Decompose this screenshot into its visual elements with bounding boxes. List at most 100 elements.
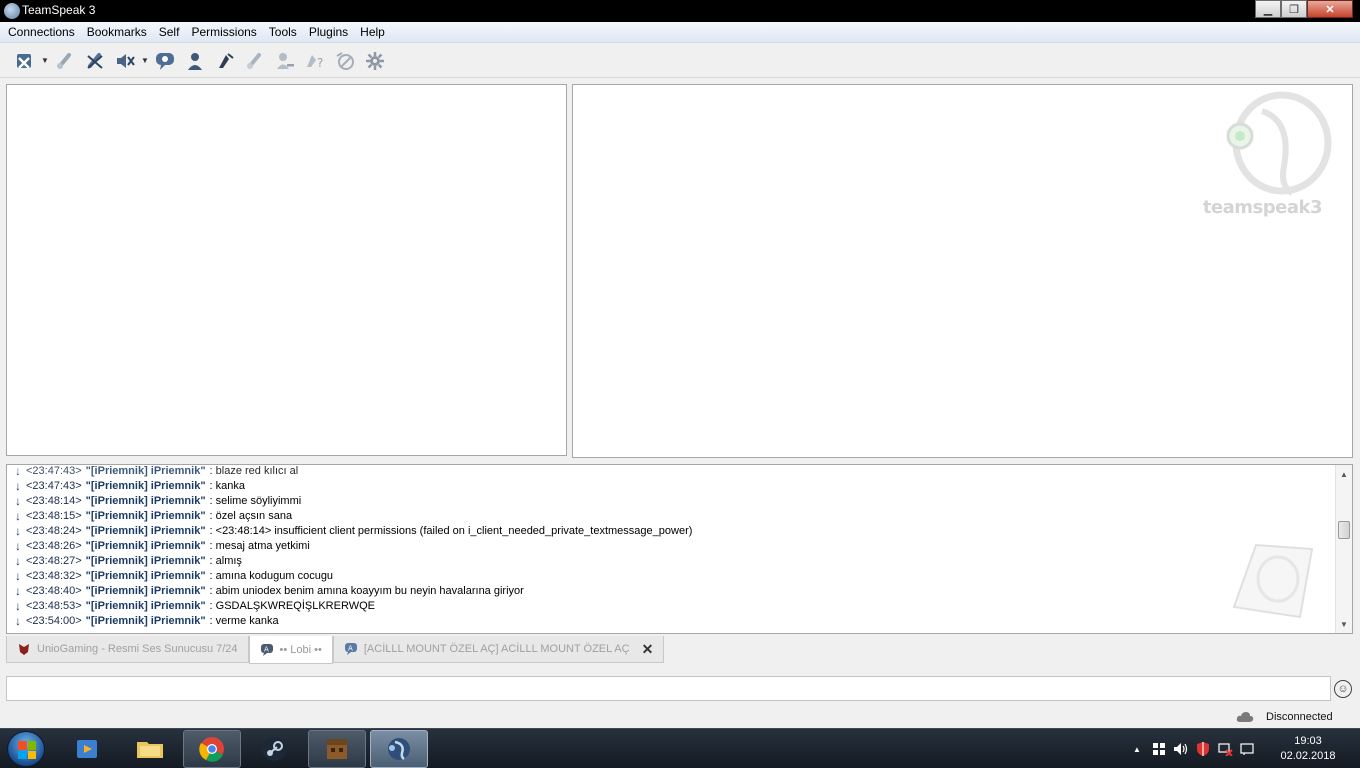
cloud-icon	[1236, 712, 1254, 722]
chat-watermark-icon	[1232, 543, 1314, 619]
incoming-arrow-icon: ↓	[15, 584, 21, 598]
teamspeak-icon[interactable]	[370, 730, 428, 768]
teamspeak-logo-text: teamspeak3	[1202, 197, 1323, 218]
chat-line: ↓ <23:48:26> "[iPriemnik] iPriemnik": mesa…	[15, 539, 1332, 554]
menu-permissions[interactable]: Permissions	[185, 22, 262, 43]
chat-nick[interactable]: "[iPriemnik] iPriemnik"	[86, 539, 206, 554]
chat-message: : GSDALŞKWREQİŞLKRERWQE	[209, 600, 375, 612]
chat-nick[interactable]: "[iPriemnik] iPriemnik"	[86, 569, 206, 584]
settings-icon[interactable]	[360, 48, 390, 74]
tab-label: •• Lobi ••	[279, 643, 322, 656]
scroll-up-icon[interactable]: ▲	[1336, 467, 1352, 481]
file-explorer-icon[interactable]	[121, 730, 179, 768]
chat-time: <23:47:43>	[26, 480, 82, 492]
incoming-arrow-icon: ↓	[15, 554, 21, 568]
chat-message: : mesaj atma yetkimi	[209, 540, 310, 552]
chat-line: ↓ <23:54:00> "[iPriemnik] iPriemnik": verm…	[15, 614, 1332, 629]
tab-private-chat[interactable]: A [ACİLLL MOUNT ÖZEL AÇ] ACİLLL MOUNT ÖZ…	[332, 636, 665, 663]
chat-nick[interactable]: "[iPriemnik] iPriemnik"	[86, 584, 206, 599]
close-tab-icon[interactable]: ✕	[642, 641, 654, 658]
ban-icon[interactable]	[330, 48, 360, 74]
chat-icon[interactable]	[150, 48, 180, 74]
chat-time: <23:47:43>	[26, 465, 82, 477]
minimize-button[interactable]: ▁	[1255, 0, 1281, 18]
contacts-icon[interactable]	[180, 48, 210, 74]
sound-off-icon[interactable]	[110, 48, 140, 74]
network-disconnected-icon[interactable]	[1214, 739, 1236, 759]
chat-message: : <23:48:14> insufficient client permiss…	[209, 525, 693, 537]
security-shield-icon[interactable]	[1192, 739, 1214, 759]
steam-icon[interactable]	[245, 730, 303, 768]
client-remove-icon[interactable]	[270, 48, 300, 74]
start-button[interactable]	[7, 731, 45, 767]
away-icon[interactable]	[210, 48, 240, 74]
chat-time: <23:48:15>	[26, 510, 82, 522]
volume-icon[interactable]	[1170, 739, 1192, 759]
incoming-arrow-icon: ↓	[15, 494, 21, 508]
menu-help[interactable]: Help	[354, 22, 391, 43]
menu-plugins[interactable]: Plugins	[303, 22, 354, 43]
request-talk-icon[interactable]: ?	[300, 48, 330, 74]
status-bar: Disconnected	[0, 708, 1360, 728]
minecraft-icon[interactable]	[308, 730, 366, 768]
tab-server[interactable]: UnioGaming - Resmi Ses Sunucusu 7/24	[6, 636, 249, 663]
chat-nick[interactable]: "[iPriemnik] iPriemnik"	[86, 524, 206, 539]
media-player-icon[interactable]	[58, 730, 116, 768]
incoming-arrow-icon: ↓	[15, 539, 21, 553]
tab-label: UnioGaming - Resmi Ses Sunucusu 7/24	[37, 643, 238, 655]
chat-nick[interactable]: "[iPriemnik] iPriemnik"	[86, 554, 206, 569]
chat-nick[interactable]: "[iPriemnik] iPriemnik"	[86, 479, 206, 494]
chat-time: <23:48:24>	[26, 525, 82, 537]
emoticon-icon[interactable]: ☺	[1334, 680, 1352, 698]
window-controls: ▁ ❐ ✕	[1255, 0, 1353, 18]
server-tree-panel[interactable]	[6, 84, 567, 456]
chat-nick[interactable]: "[iPriemnik] iPriemnik"	[86, 614, 206, 629]
chat-nick[interactable]: "[iPriemnik] iPriemnik"	[86, 465, 206, 479]
maximize-button[interactable]: ❐	[1281, 0, 1307, 18]
mute-speakers-icon[interactable]	[80, 48, 110, 74]
incoming-arrow-icon: ↓	[15, 509, 21, 523]
chat-line: ↓ <23:48:24> "[iPriemnik] iPriemnik": <23:…	[15, 524, 1332, 539]
chat-time: <23:48:27>	[26, 555, 82, 567]
chat-nick[interactable]: "[iPriemnik] iPriemnik"	[86, 494, 206, 509]
incoming-arrow-icon: ↓	[15, 524, 21, 538]
chat-line: ↓ <23:47:43> "[iPriemnik] iPriemnik": blaz…	[15, 464, 1332, 479]
chat-nick[interactable]: "[iPriemnik] iPriemnik"	[86, 509, 206, 524]
menu-tools[interactable]: Tools	[263, 22, 303, 43]
mute-microphone-icon[interactable]	[50, 48, 80, 74]
chat-lines: ↓ <23:47:43> "[iPriemnik] iPriemnik": blaz…	[15, 464, 1332, 629]
chat-nick[interactable]: "[iPriemnik] iPriemnik"	[86, 599, 206, 614]
scroll-down-icon[interactable]: ▼	[1336, 617, 1352, 631]
svg-text:A: A	[348, 645, 353, 653]
chevron-down-icon[interactable]: ▼	[140, 48, 150, 74]
chat-line: ↓ <23:48:14> "[iPriemnik] iPriemnik": seli…	[15, 494, 1332, 509]
menu-bookmarks[interactable]: Bookmarks	[81, 22, 153, 43]
info-panel: teamspeak3	[572, 84, 1353, 458]
chrome-icon[interactable]	[183, 730, 241, 768]
taskbar-clock[interactable]: 19:03 02.02.2018	[1274, 734, 1342, 764]
chevron-down-icon[interactable]: ▼	[40, 48, 50, 74]
chat-time: <23:48:40>	[26, 585, 82, 597]
menu-self[interactable]: Self	[153, 22, 186, 43]
chat-line: ↓ <23:48:53> "[iPriemnik] iPriemnik": GSDA…	[15, 599, 1332, 614]
tray-expand-icon[interactable]: ▲	[1126, 739, 1148, 759]
chat-input[interactable]	[7, 677, 1330, 700]
connection-status: Disconnected	[1266, 711, 1333, 723]
chat-line: ↓ <23:48:32> "[iPriemnik] iPriemnik": amın…	[15, 569, 1332, 584]
tab-lobi[interactable]: A •• Lobi ••	[248, 636, 333, 664]
incoming-arrow-icon: ↓	[15, 464, 21, 478]
scroll-thumb[interactable]	[1338, 521, 1350, 539]
close-button[interactable]: ✕	[1307, 0, 1353, 18]
chat-scrollbar[interactable]: ▲ ▼	[1335, 465, 1352, 633]
toolbar: ▼ ▼ ?	[0, 44, 1360, 78]
chat-input-wrapper	[6, 676, 1331, 701]
window-title: TeamSpeak 3	[22, 3, 96, 17]
action-center-icon[interactable]	[1148, 739, 1170, 759]
notifications-icon[interactable]	[1236, 739, 1258, 759]
incoming-arrow-icon: ↓	[15, 614, 21, 628]
menu-connections[interactable]: Connections	[2, 22, 81, 43]
disconnect-icon[interactable]	[10, 48, 40, 74]
whisper-icon[interactable]	[240, 48, 270, 74]
menu-bar: Connections Bookmarks Self Permissions T…	[0, 22, 1360, 43]
chat-log[interactable]: ↓ <23:47:43> "[iPriemnik] iPriemnik": blaz…	[6, 464, 1353, 634]
